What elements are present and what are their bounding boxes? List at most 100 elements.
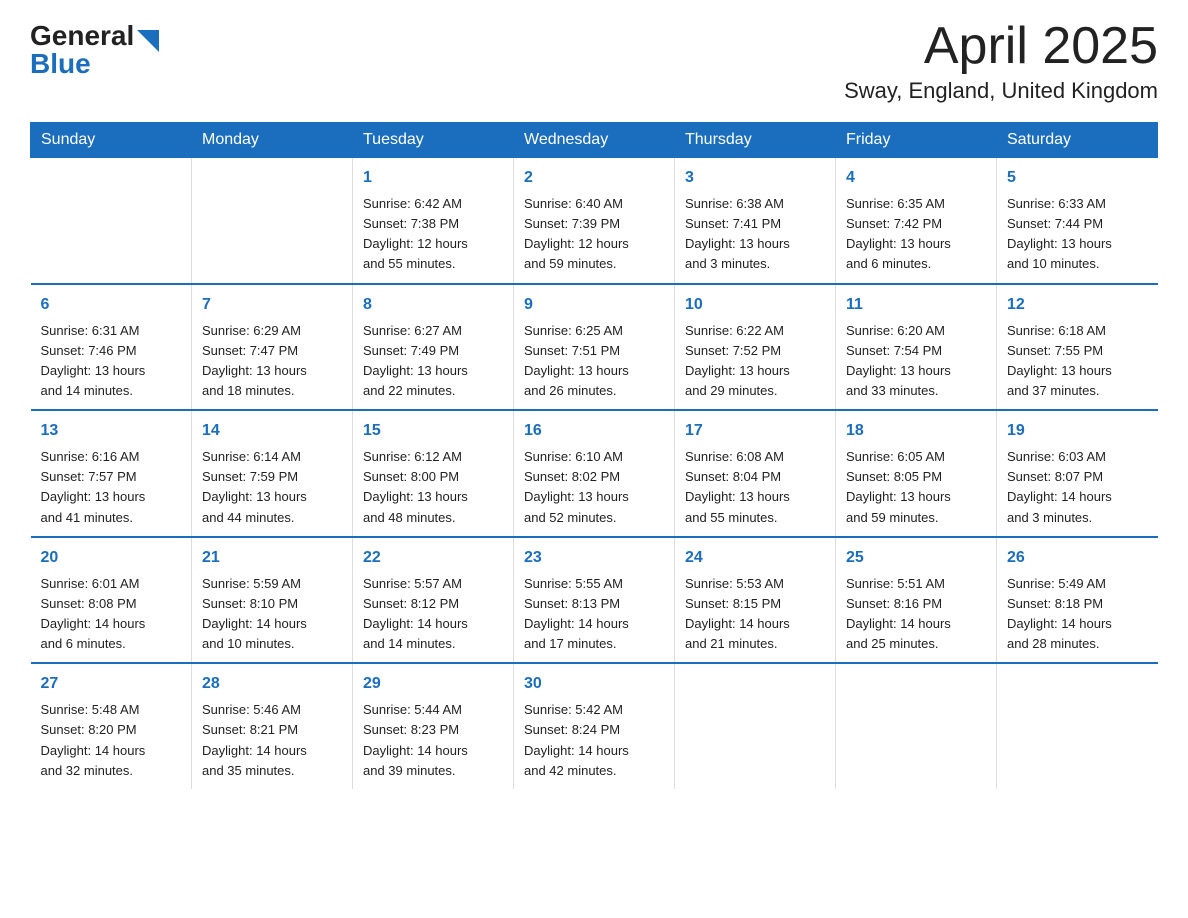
day-number: 21: [202, 546, 342, 570]
day-number: 7: [202, 293, 342, 317]
calendar-week-row: 20Sunrise: 6:01 AM Sunset: 8:08 PM Dayli…: [31, 537, 1158, 664]
calendar-cell: 23Sunrise: 5:55 AM Sunset: 8:13 PM Dayli…: [514, 537, 675, 664]
day-info: Sunrise: 6:22 AM Sunset: 7:52 PM Dayligh…: [685, 321, 825, 402]
calendar-cell: 29 Sunrise: 5:44 AM Sunset: 8:23 PM Dayli…: [353, 663, 514, 789]
day-info: Sunrise: 5:42 AM Sunset: 8:24 PM Dayligh…: [524, 700, 664, 781]
day-info: Sunrise: 5:44 AM Sunset: 8:23 PM Dayligh…: [363, 700, 503, 781]
calendar-cell: 28 Sunrise: 5:46 AM Sunset: 8:21 PM Dayli…: [192, 663, 353, 789]
calendar-header-wednesday: Wednesday: [514, 123, 675, 158]
day-info: Sunrise: 6:27 AM Sunset: 7:49 PM Dayligh…: [363, 321, 503, 402]
day-info: Sunrise: 6:18 AM Sunset: 7:55 PM Dayligh…: [1007, 321, 1148, 402]
day-number: 4: [846, 166, 986, 190]
calendar-header-sunday: Sunday: [31, 123, 192, 158]
day-info: Sunrise: 6:40 AM Sunset: 7:39 PM Dayligh…: [524, 194, 664, 275]
calendar-cell: 14 Sunrise: 6:14 AM Sunset: 7:59 PM Dayli…: [192, 410, 353, 537]
day-info: Sunrise: 6:12 AM Sunset: 8:00 PM Dayligh…: [363, 447, 503, 528]
day-number: 12: [1007, 293, 1148, 317]
day-number: 5: [1007, 166, 1148, 190]
calendar-cell: [675, 663, 836, 789]
day-number: 2: [524, 166, 664, 190]
calendar-cell: 22 Sunrise: 5:57 AM Sunset: 8:12 PM Dayli…: [353, 537, 514, 664]
day-info: Sunrise: 5:48 AM Sunset: 8:20 PM Dayligh…: [41, 700, 182, 781]
calendar-cell: 17 Sunrise: 6:08 AM Sunset: 8:04 PM Dayli…: [675, 410, 836, 537]
page-title: April 2025: [844, 20, 1158, 72]
day-info: Sunrise: 6:20 AM Sunset: 7:54 PM Dayligh…: [846, 321, 986, 402]
day-number: 19: [1007, 419, 1148, 443]
day-number: 9: [524, 293, 664, 317]
day-info: Sunrise: 6:14 AM Sunset: 7:59 PM Dayligh…: [202, 447, 342, 528]
logo-blue-text: Blue: [30, 48, 159, 80]
day-info: Sunrise: 5:55 AM Sunset: 8:13 PM Dayligh…: [524, 574, 664, 655]
page-header: General Blue April 2025 Sway, England, U…: [30, 20, 1158, 104]
day-number: 13: [41, 419, 182, 443]
calendar-header-saturday: Saturday: [997, 123, 1158, 158]
day-number: 25: [846, 546, 986, 570]
day-number: 14: [202, 419, 342, 443]
day-number: 17: [685, 419, 825, 443]
calendar-cell: 13Sunrise: 6:16 AM Sunset: 7:57 PM Dayli…: [31, 410, 192, 537]
calendar-cell: 4 Sunrise: 6:35 AM Sunset: 7:42 PM Daylig…: [836, 158, 997, 284]
calendar-cell: 15 Sunrise: 6:12 AM Sunset: 8:00 PM Dayli…: [353, 410, 514, 537]
calendar-week-row: 13Sunrise: 6:16 AM Sunset: 7:57 PM Dayli…: [31, 410, 1158, 537]
day-info: Sunrise: 6:42 AM Sunset: 7:38 PM Dayligh…: [363, 194, 503, 275]
day-number: 8: [363, 293, 503, 317]
calendar-header-friday: Friday: [836, 123, 997, 158]
day-info: Sunrise: 5:53 AM Sunset: 8:15 PM Dayligh…: [685, 574, 825, 655]
calendar-cell: 16Sunrise: 6:10 AM Sunset: 8:02 PM Dayli…: [514, 410, 675, 537]
calendar-week-row: 27 Sunrise: 5:48 AM Sunset: 8:20 PM Dayli…: [31, 663, 1158, 789]
day-number: 6: [41, 293, 182, 317]
calendar-cell: 10Sunrise: 6:22 AM Sunset: 7:52 PM Dayli…: [675, 284, 836, 411]
calendar-cell: 9Sunrise: 6:25 AM Sunset: 7:51 PM Daylig…: [514, 284, 675, 411]
day-info: Sunrise: 6:35 AM Sunset: 7:42 PM Dayligh…: [846, 194, 986, 275]
day-number: 30: [524, 672, 664, 696]
calendar-week-row: 1 Sunrise: 6:42 AM Sunset: 7:38 PM Daylig…: [31, 158, 1158, 284]
day-number: 24: [685, 546, 825, 570]
calendar-cell: 8 Sunrise: 6:27 AM Sunset: 7:49 PM Daylig…: [353, 284, 514, 411]
calendar-cell: 3Sunrise: 6:38 AM Sunset: 7:41 PM Daylig…: [675, 158, 836, 284]
day-number: 18: [846, 419, 986, 443]
calendar-cell: [31, 158, 192, 284]
day-number: 16: [524, 419, 664, 443]
calendar-cell: 24 Sunrise: 5:53 AM Sunset: 8:15 PM Dayli…: [675, 537, 836, 664]
day-info: Sunrise: 6:01 AM Sunset: 8:08 PM Dayligh…: [41, 574, 182, 655]
calendar-cell: [192, 158, 353, 284]
day-number: 29: [363, 672, 503, 696]
calendar-cell: 19Sunrise: 6:03 AM Sunset: 8:07 PM Dayli…: [997, 410, 1158, 537]
day-number: 1: [363, 166, 503, 190]
day-number: 15: [363, 419, 503, 443]
day-info: Sunrise: 5:46 AM Sunset: 8:21 PM Dayligh…: [202, 700, 342, 781]
calendar-week-row: 6 Sunrise: 6:31 AM Sunset: 7:46 PM Daylig…: [31, 284, 1158, 411]
calendar-cell: 25 Sunrise: 5:51 AM Sunset: 8:16 PM Dayli…: [836, 537, 997, 664]
calendar-cell: 30 Sunrise: 5:42 AM Sunset: 8:24 PM Dayli…: [514, 663, 675, 789]
calendar-cell: 1 Sunrise: 6:42 AM Sunset: 7:38 PM Daylig…: [353, 158, 514, 284]
day-number: 22: [363, 546, 503, 570]
day-info: Sunrise: 6:29 AM Sunset: 7:47 PM Dayligh…: [202, 321, 342, 402]
day-info: Sunrise: 6:31 AM Sunset: 7:46 PM Dayligh…: [41, 321, 182, 402]
day-number: 28: [202, 672, 342, 696]
day-info: Sunrise: 5:51 AM Sunset: 8:16 PM Dayligh…: [846, 574, 986, 655]
day-number: 27: [41, 672, 182, 696]
day-number: 26: [1007, 546, 1148, 570]
calendar-header-tuesday: Tuesday: [353, 123, 514, 158]
day-info: Sunrise: 6:08 AM Sunset: 8:04 PM Dayligh…: [685, 447, 825, 528]
calendar-cell: 5Sunrise: 6:33 AM Sunset: 7:44 PM Daylig…: [997, 158, 1158, 284]
day-info: Sunrise: 5:57 AM Sunset: 8:12 PM Dayligh…: [363, 574, 503, 655]
calendar-table: SundayMondayTuesdayWednesdayThursdayFrid…: [30, 122, 1158, 789]
calendar-cell: 27 Sunrise: 5:48 AM Sunset: 8:20 PM Dayli…: [31, 663, 192, 789]
calendar-cell: 6 Sunrise: 6:31 AM Sunset: 7:46 PM Daylig…: [31, 284, 192, 411]
calendar-header-row: SundayMondayTuesdayWednesdayThursdayFrid…: [31, 123, 1158, 158]
calendar-cell: 11Sunrise: 6:20 AM Sunset: 7:54 PM Dayli…: [836, 284, 997, 411]
calendar-cell: [997, 663, 1158, 789]
day-info: Sunrise: 6:38 AM Sunset: 7:41 PM Dayligh…: [685, 194, 825, 275]
title-block: April 2025 Sway, England, United Kingdom: [844, 20, 1158, 104]
calendar-cell: 18Sunrise: 6:05 AM Sunset: 8:05 PM Dayli…: [836, 410, 997, 537]
day-info: Sunrise: 5:59 AM Sunset: 8:10 PM Dayligh…: [202, 574, 342, 655]
day-info: Sunrise: 5:49 AM Sunset: 8:18 PM Dayligh…: [1007, 574, 1148, 655]
calendar-header-thursday: Thursday: [675, 123, 836, 158]
calendar-cell: 7 Sunrise: 6:29 AM Sunset: 7:47 PM Daylig…: [192, 284, 353, 411]
calendar-cell: 20Sunrise: 6:01 AM Sunset: 8:08 PM Dayli…: [31, 537, 192, 664]
page-subtitle: Sway, England, United Kingdom: [844, 78, 1158, 104]
calendar-header-monday: Monday: [192, 123, 353, 158]
calendar-cell: [836, 663, 997, 789]
calendar-cell: 26 Sunrise: 5:49 AM Sunset: 8:18 PM Dayli…: [997, 537, 1158, 664]
